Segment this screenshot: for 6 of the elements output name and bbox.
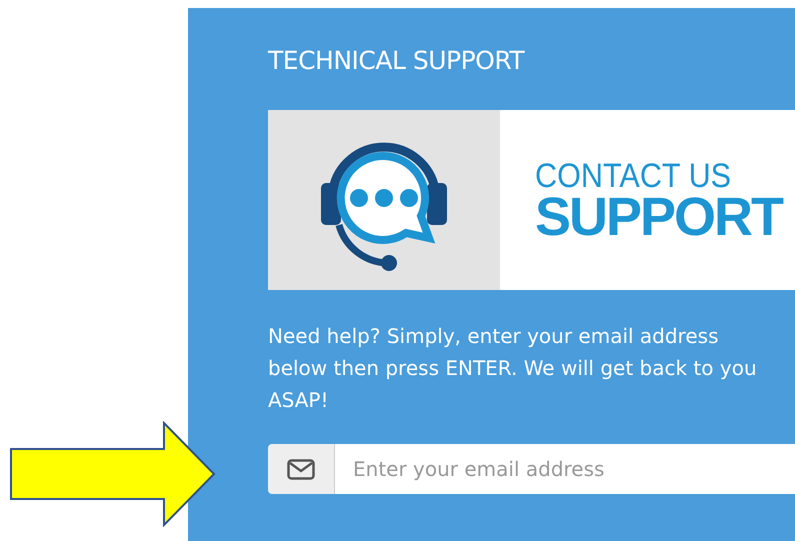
email-field[interactable]: Enter your email address [335, 444, 795, 494]
banner-title: SUPPORT [535, 193, 782, 241]
banner-subtitle: CONTACT US [535, 159, 732, 193]
envelope-icon [287, 458, 315, 480]
panel-title: TECHNICAL SUPPORT [268, 48, 526, 74]
help-text: Need help? Simply, enter your email address below then press ENTER. We will get back to you ASAP! [268, 323, 758, 414]
